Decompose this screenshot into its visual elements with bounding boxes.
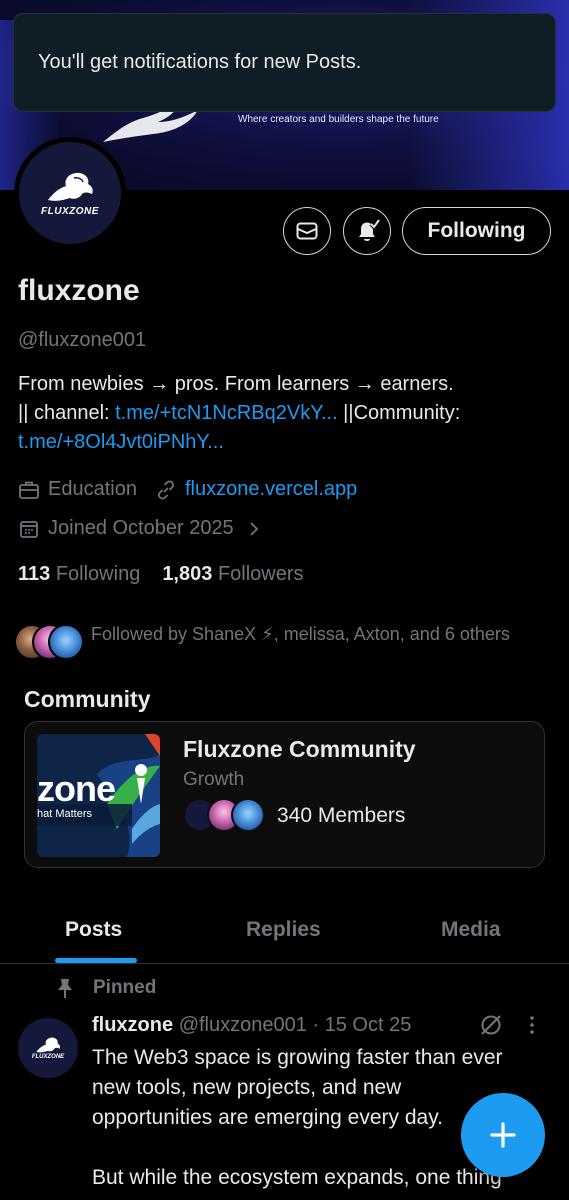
compose-post-button[interactable] <box>461 1093 545 1177</box>
community-member-count: 340 Members <box>277 804 406 827</box>
notifications-button[interactable] <box>343 207 391 255</box>
post-line: new tools, new projects, and new <box>92 1076 402 1099</box>
followers-stat[interactable]: 1,803 Followers <box>162 563 303 586</box>
following-button[interactable]: Following <box>402 207 551 255</box>
avatar <box>231 798 265 832</box>
follow-stats: 113 Following 1,803 Followers <box>18 563 304 586</box>
bio-channel-link[interactable]: t.me/+tcN1NcRBq2VkY... <box>115 402 338 424</box>
avatar <box>48 624 84 660</box>
followers-count: 1,803 <box>162 563 213 585</box>
profile-website-link[interactable]: fluxzone.vercel.app <box>185 478 357 501</box>
post-handle-date: @fluxzone001 · 15 Oct 25 <box>178 1014 412 1036</box>
community-image: zone hat Matters <box>37 734 160 857</box>
profile-avatar[interactable]: FLUXZONE <box>14 137 126 249</box>
post-line: The Web3 space is growing faster than ev… <box>92 1046 503 1069</box>
post-author-name[interactable]: fluxzone <box>92 1014 173 1036</box>
following-label: Following <box>55 563 141 585</box>
tab-active-indicator <box>55 958 137 963</box>
bio-line-3: t.me/+8Ol4Jvt0iPNhY... <box>18 428 553 457</box>
community-name: Fluxzone Community <box>183 736 416 762</box>
banner-tagline: Where creators and builders shape the fu… <box>238 114 439 125</box>
avatar-logo: FLUXZONE <box>19 142 121 244</box>
lion-icon <box>36 1037 61 1053</box>
post-author-avatar[interactable]: FLUXZONE <box>18 1018 78 1078</box>
joined-row[interactable]: Joined October 2025 <box>18 517 272 540</box>
avatar-logo-text: FLUXZONE <box>41 205 99 217</box>
profile-bio: From newbies → pros. From learners → ear… <box>18 370 553 457</box>
community-section-title: Community <box>24 686 151 712</box>
profile-tabs: Posts Replies Media <box>0 898 569 964</box>
bell-check-icon <box>359 218 380 241</box>
lion-icon <box>48 172 93 201</box>
bio-community-prefix: ||Community: <box>337 402 461 424</box>
pinned-indicator: Pinned <box>55 977 156 999</box>
followed-by-avatars[interactable] <box>14 624 86 662</box>
post-header-icons <box>478 1012 544 1038</box>
bio-channel-prefix: || channel: <box>18 402 116 424</box>
community-image-subtext: hat Matters <box>37 808 93 820</box>
tab-replies[interactable]: Replies <box>246 918 321 942</box>
bio-line-2: || channel: t.me/+tcN1NcRBq2VkY... ||Com… <box>18 399 553 428</box>
message-button[interactable] <box>283 207 331 255</box>
more-options-icon[interactable] <box>520 1013 544 1037</box>
pin-icon <box>58 979 72 998</box>
community-card[interactable]: zone hat Matters Fluxzone Community Grow… <box>24 721 545 868</box>
pinned-label: Pinned <box>93 977 157 998</box>
plus-icon <box>490 1122 516 1148</box>
post-avatar-logo-text: FLUXZONE <box>31 1054 65 1060</box>
notification-toast: You'll get notifications for new Posts. <box>13 13 556 112</box>
bio-community-link[interactable]: t.me/+8Ol4Jvt0iPNhY... <box>18 431 224 453</box>
tab-media[interactable]: Media <box>441 918 501 942</box>
display-name: fluxzone <box>18 274 140 307</box>
tab-posts[interactable]: Posts <box>65 918 122 942</box>
community-category: Growth <box>183 769 245 790</box>
mail-icon <box>296 222 318 240</box>
chevron-right-icon <box>250 521 258 536</box>
followers-label: Followers <box>217 563 304 585</box>
briefcase-icon <box>19 481 39 499</box>
calendar-icon <box>20 520 38 538</box>
profile-category: Education <box>48 478 137 500</box>
profile-meta-row: Education fluxzone.vercel.app <box>18 478 357 501</box>
profile-handle: @fluxzone001 <box>18 329 147 351</box>
post-header: fluxzone @fluxzone001 · 15 Oct 25 <box>92 1014 411 1037</box>
post-line: But while the ecosystem expands, one thi… <box>92 1166 502 1189</box>
community-members: 340 Members <box>183 798 405 834</box>
link-icon <box>157 479 174 500</box>
bio-line-1: From newbies → pros. From learners → ear… <box>18 373 454 395</box>
toast-message: You'll get notifications for new Posts. <box>38 51 362 73</box>
following-count: 113 <box>18 563 51 585</box>
joined-date: Joined October 2025 <box>48 517 234 539</box>
followed-by-text[interactable]: Followed by ShaneX ⚡, melissa, Axton, an… <box>91 621 531 648</box>
following-stat[interactable]: 113 Following <box>18 563 140 586</box>
grok-icon[interactable] <box>478 1012 504 1038</box>
community-image-text: zone <box>37 768 116 809</box>
